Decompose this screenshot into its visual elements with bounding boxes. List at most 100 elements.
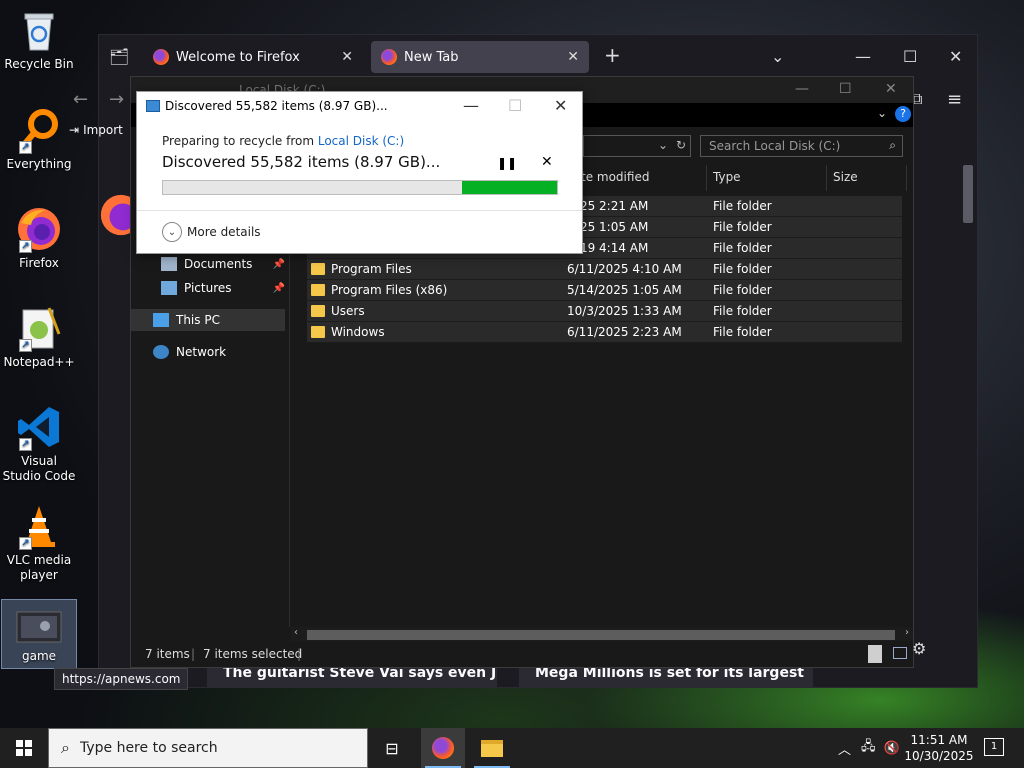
gear-icon[interactable]: ⚙ <box>912 639 926 658</box>
cancel-operation-icon[interactable]: ✕ <box>541 154 553 170</box>
recycle-progress-dialog: Discovered 55,582 items (8.97 GB)... — ☐… <box>136 91 583 254</box>
column-header-size[interactable]: Size <box>827 165 907 191</box>
date-modified: 10/3/2025 1:33 AM <box>567 304 682 318</box>
task-view-button[interactable]: ⊟ <box>370 728 414 768</box>
table-row[interactable]: Program Files 6/11/2025 4:10 AM File fol… <box>307 259 902 280</box>
address-dropdown-icon[interactable]: ⌄ <box>658 138 668 152</box>
shortcut-arrow-icon: ↗ <box>19 339 32 352</box>
close-window-icon[interactable]: ✕ <box>949 47 962 66</box>
date-modified: 6/11/2025 2:23 AM <box>567 325 682 339</box>
tab-welcome-firefox[interactable]: Welcome to Firefox ✕ <box>143 41 363 73</box>
tab-new-tab[interactable]: New Tab ✕ <box>371 41 589 73</box>
address-bar[interactable]: ⌄ ↻ <box>583 135 691 157</box>
network-icon[interactable]: 🖧 <box>861 737 876 759</box>
more-details-button[interactable]: ⌄ More details <box>162 222 261 242</box>
vscode-icon: ↗ <box>15 403 63 451</box>
progress-bar-fill <box>462 181 557 194</box>
taskbar-clock[interactable]: 11:51 AM 10/30/2025 <box>904 732 974 764</box>
desktop-icon-vscode[interactable]: ↗ Visual Studio Code <box>2 403 76 484</box>
nav-item-this-pc[interactable]: This PC <box>131 309 285 331</box>
tab-close-icon[interactable]: ✕ <box>341 49 353 65</box>
status-separator: | <box>191 647 196 661</box>
volume-muted-icon[interactable]: 🔇 <box>884 741 900 756</box>
maximize-icon[interactable]: ☐ <box>903 47 917 66</box>
start-button[interactable] <box>0 728 48 768</box>
shortcut-arrow-icon: ↗ <box>19 438 32 451</box>
page-scrollbar[interactable] <box>959 147 977 687</box>
firefox-favicon-icon <box>153 49 169 65</box>
file-type: File folder <box>713 199 772 213</box>
operation-description: Preparing to recycle from Local Disk (C:… <box>162 134 404 148</box>
taskbar-firefox-button[interactable] <box>421 728 465 768</box>
firefox-favicon-icon <box>381 49 397 65</box>
show-hidden-icons-chevron-icon[interactable]: ︿ <box>838 739 851 758</box>
desktop-icon-vlc[interactable]: ↗ VLC media player <box>2 502 76 583</box>
pause-icon[interactable]: ❚❚ <box>497 156 517 170</box>
folder-name: Windows <box>331 325 385 339</box>
monitor-icon <box>153 313 169 327</box>
minimize-icon[interactable]: — <box>463 96 479 115</box>
import-bookmarks-button[interactable]: ⇥ Import <box>69 123 123 137</box>
scroll-left-icon[interactable]: ‹ <box>294 627 298 638</box>
tab-label: Welcome to Firefox <box>176 49 300 65</box>
new-tab-plus-icon[interactable]: + <box>604 43 621 67</box>
taskbar-search-input[interactable]: ⌕ Type here to search <box>48 728 368 768</box>
desktop-icon-label: Notepad++ <box>3 355 75 369</box>
file-type: File folder <box>713 262 772 276</box>
desktop-icon-everything[interactable]: ↗ Everything <box>2 106 76 172</box>
tab-close-icon[interactable]: ✕ <box>567 49 579 65</box>
column-header-date[interactable]: te modified <box>575 165 707 191</box>
horizontal-scrollbar[interactable]: ‹ › <box>291 627 913 641</box>
file-type: File folder <box>713 220 772 234</box>
desktop-icon-recycle-bin[interactable]: Recycle Bin <box>2 6 76 72</box>
minimize-icon[interactable]: — <box>855 47 871 66</box>
notification-center-button[interactable]: 1 <box>984 738 1004 756</box>
scrollbar-thumb[interactable] <box>963 165 973 223</box>
search-placeholder: Type here to search <box>79 740 218 756</box>
firefox-icon <box>432 737 454 759</box>
desktop-icon-game[interactable]: game <box>1 599 77 669</box>
progress-status-text: Discovered 55,582 items (8.97 GB)... <box>162 153 441 171</box>
folder-name: Program Files (x86) <box>331 283 448 297</box>
nav-item-network[interactable]: Network <box>153 341 285 363</box>
explorer-search-input[interactable]: Search Local Disk (C:) ⌕ <box>700 135 903 157</box>
nav-item-documents[interactable]: Documents 📌 <box>161 253 285 275</box>
app-menu-hamburger-icon[interactable]: ≡ <box>947 89 962 110</box>
close-window-icon[interactable]: ✕ <box>554 96 567 115</box>
back-arrow-icon[interactable]: ← <box>73 89 88 110</box>
maximize-icon[interactable]: ☐ <box>839 81 852 97</box>
refresh-icon[interactable]: ↻ <box>676 138 686 152</box>
file-type: File folder <box>713 241 772 255</box>
taskbar-file-explorer-button[interactable] <box>470 728 514 768</box>
tab-label: New Tab <box>404 49 459 65</box>
table-row[interactable]: Users 10/3/2025 1:33 AM File folder <box>307 301 902 322</box>
help-icon[interactable]: ? <box>895 106 911 122</box>
tab-overview-icon[interactable]: 🗂 <box>109 47 129 66</box>
list-all-tabs-chevron-icon[interactable]: ⌄ <box>771 47 784 66</box>
more-details-label: More details <box>187 225 261 239</box>
column-header-type[interactable]: Type <box>707 165 827 191</box>
pin-icon: 📌 <box>272 258 285 270</box>
scrollbar-thumb[interactable] <box>307 630 895 640</box>
desktop-icon-firefox[interactable]: ↗ Firefox <box>2 205 76 271</box>
explorer-status-bar: 7 items | 7 items selected | <box>131 641 913 667</box>
import-icon: ⇥ <box>69 123 80 137</box>
details-view-icon[interactable] <box>868 645 882 663</box>
network-icon <box>153 345 169 359</box>
minimize-icon[interactable]: — <box>795 81 809 97</box>
nav-item-pictures[interactable]: Pictures 📌 <box>161 277 285 299</box>
firefox-logo-background <box>98 192 134 238</box>
forward-arrow-icon[interactable]: → <box>109 89 124 110</box>
table-row[interactable]: Program Files (x86) 5/14/2025 1:05 AM Fi… <box>307 280 902 301</box>
source-location-link[interactable]: Local Disk (C:) <box>318 134 404 148</box>
close-window-icon[interactable]: ✕ <box>885 81 897 97</box>
desktop-icon-label: Firefox <box>19 256 59 270</box>
scroll-right-icon[interactable]: › <box>905 627 909 638</box>
table-row[interactable]: Windows 6/11/2025 2:23 AM File folder <box>307 322 902 343</box>
large-icons-view-icon[interactable] <box>893 647 907 659</box>
desktop-icon-label: Visual Studio Code <box>2 454 76 483</box>
desktop-icon-notepad-plus-plus[interactable]: ↗ Notepad++ <box>2 304 76 370</box>
ribbon-expand-chevron-icon[interactable]: ⌄ <box>877 106 887 120</box>
search-icon: ⌕ <box>61 738 70 757</box>
documents-icon <box>161 257 177 271</box>
